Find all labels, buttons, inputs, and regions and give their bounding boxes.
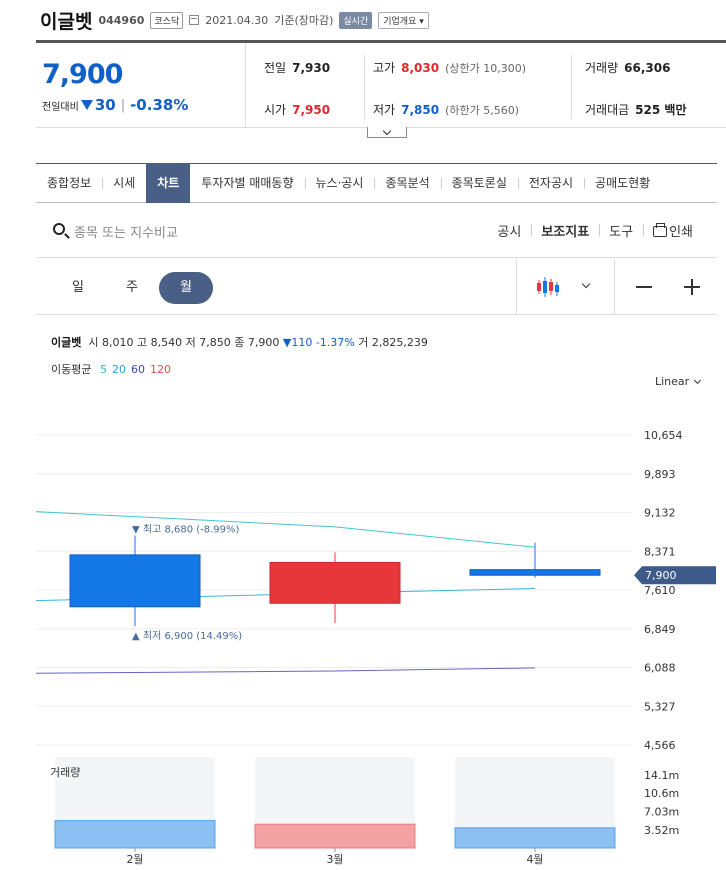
y-tick-label: 6,088 [644,662,676,675]
y-tick-label: 10,654 [644,429,683,442]
volume-bar [54,820,216,849]
min-annotation: ▲ 최저 6,900 (14.49%) [132,630,242,642]
candle-body [69,554,201,608]
volume-bar [254,823,416,849]
current-price-label: 7,900 [645,569,677,582]
x-tick-label: 4월 [526,853,543,866]
y-tick-label: 5,327 [644,700,676,713]
volume-tick-label: 3.52m [644,824,679,837]
volume-tick-label: 10.6m [644,787,679,800]
volume-tick-label: 7.03m [644,806,679,819]
volume-tick-label: 14.1m [644,769,679,782]
y-tick-label: 9,132 [644,507,676,520]
y-tick-label: 9,893 [644,468,676,481]
price-chart[interactable]: 10,654 9,893 9,132 8,371 7,610 6,849 6,088 5,32… [0,0,726,870]
x-tick-label: 3월 [326,853,343,866]
volume-title: 거래량 [50,766,81,779]
volume-bar [454,827,616,849]
y-tick-label: 8,371 [644,545,676,558]
y-tick-label: 4,566 [644,739,676,752]
y-tick-label: 7,610 [644,584,676,597]
candle-body [469,569,601,576]
x-tick-label: 2월 [126,853,143,866]
candle-body [269,562,401,604]
max-annotation: ▼ 최고 8,680 (-8.99%) [132,524,240,536]
ma-line-60 [35,667,536,674]
y-tick-label: 6,849 [644,623,676,636]
ma-line-5 [35,511,536,548]
